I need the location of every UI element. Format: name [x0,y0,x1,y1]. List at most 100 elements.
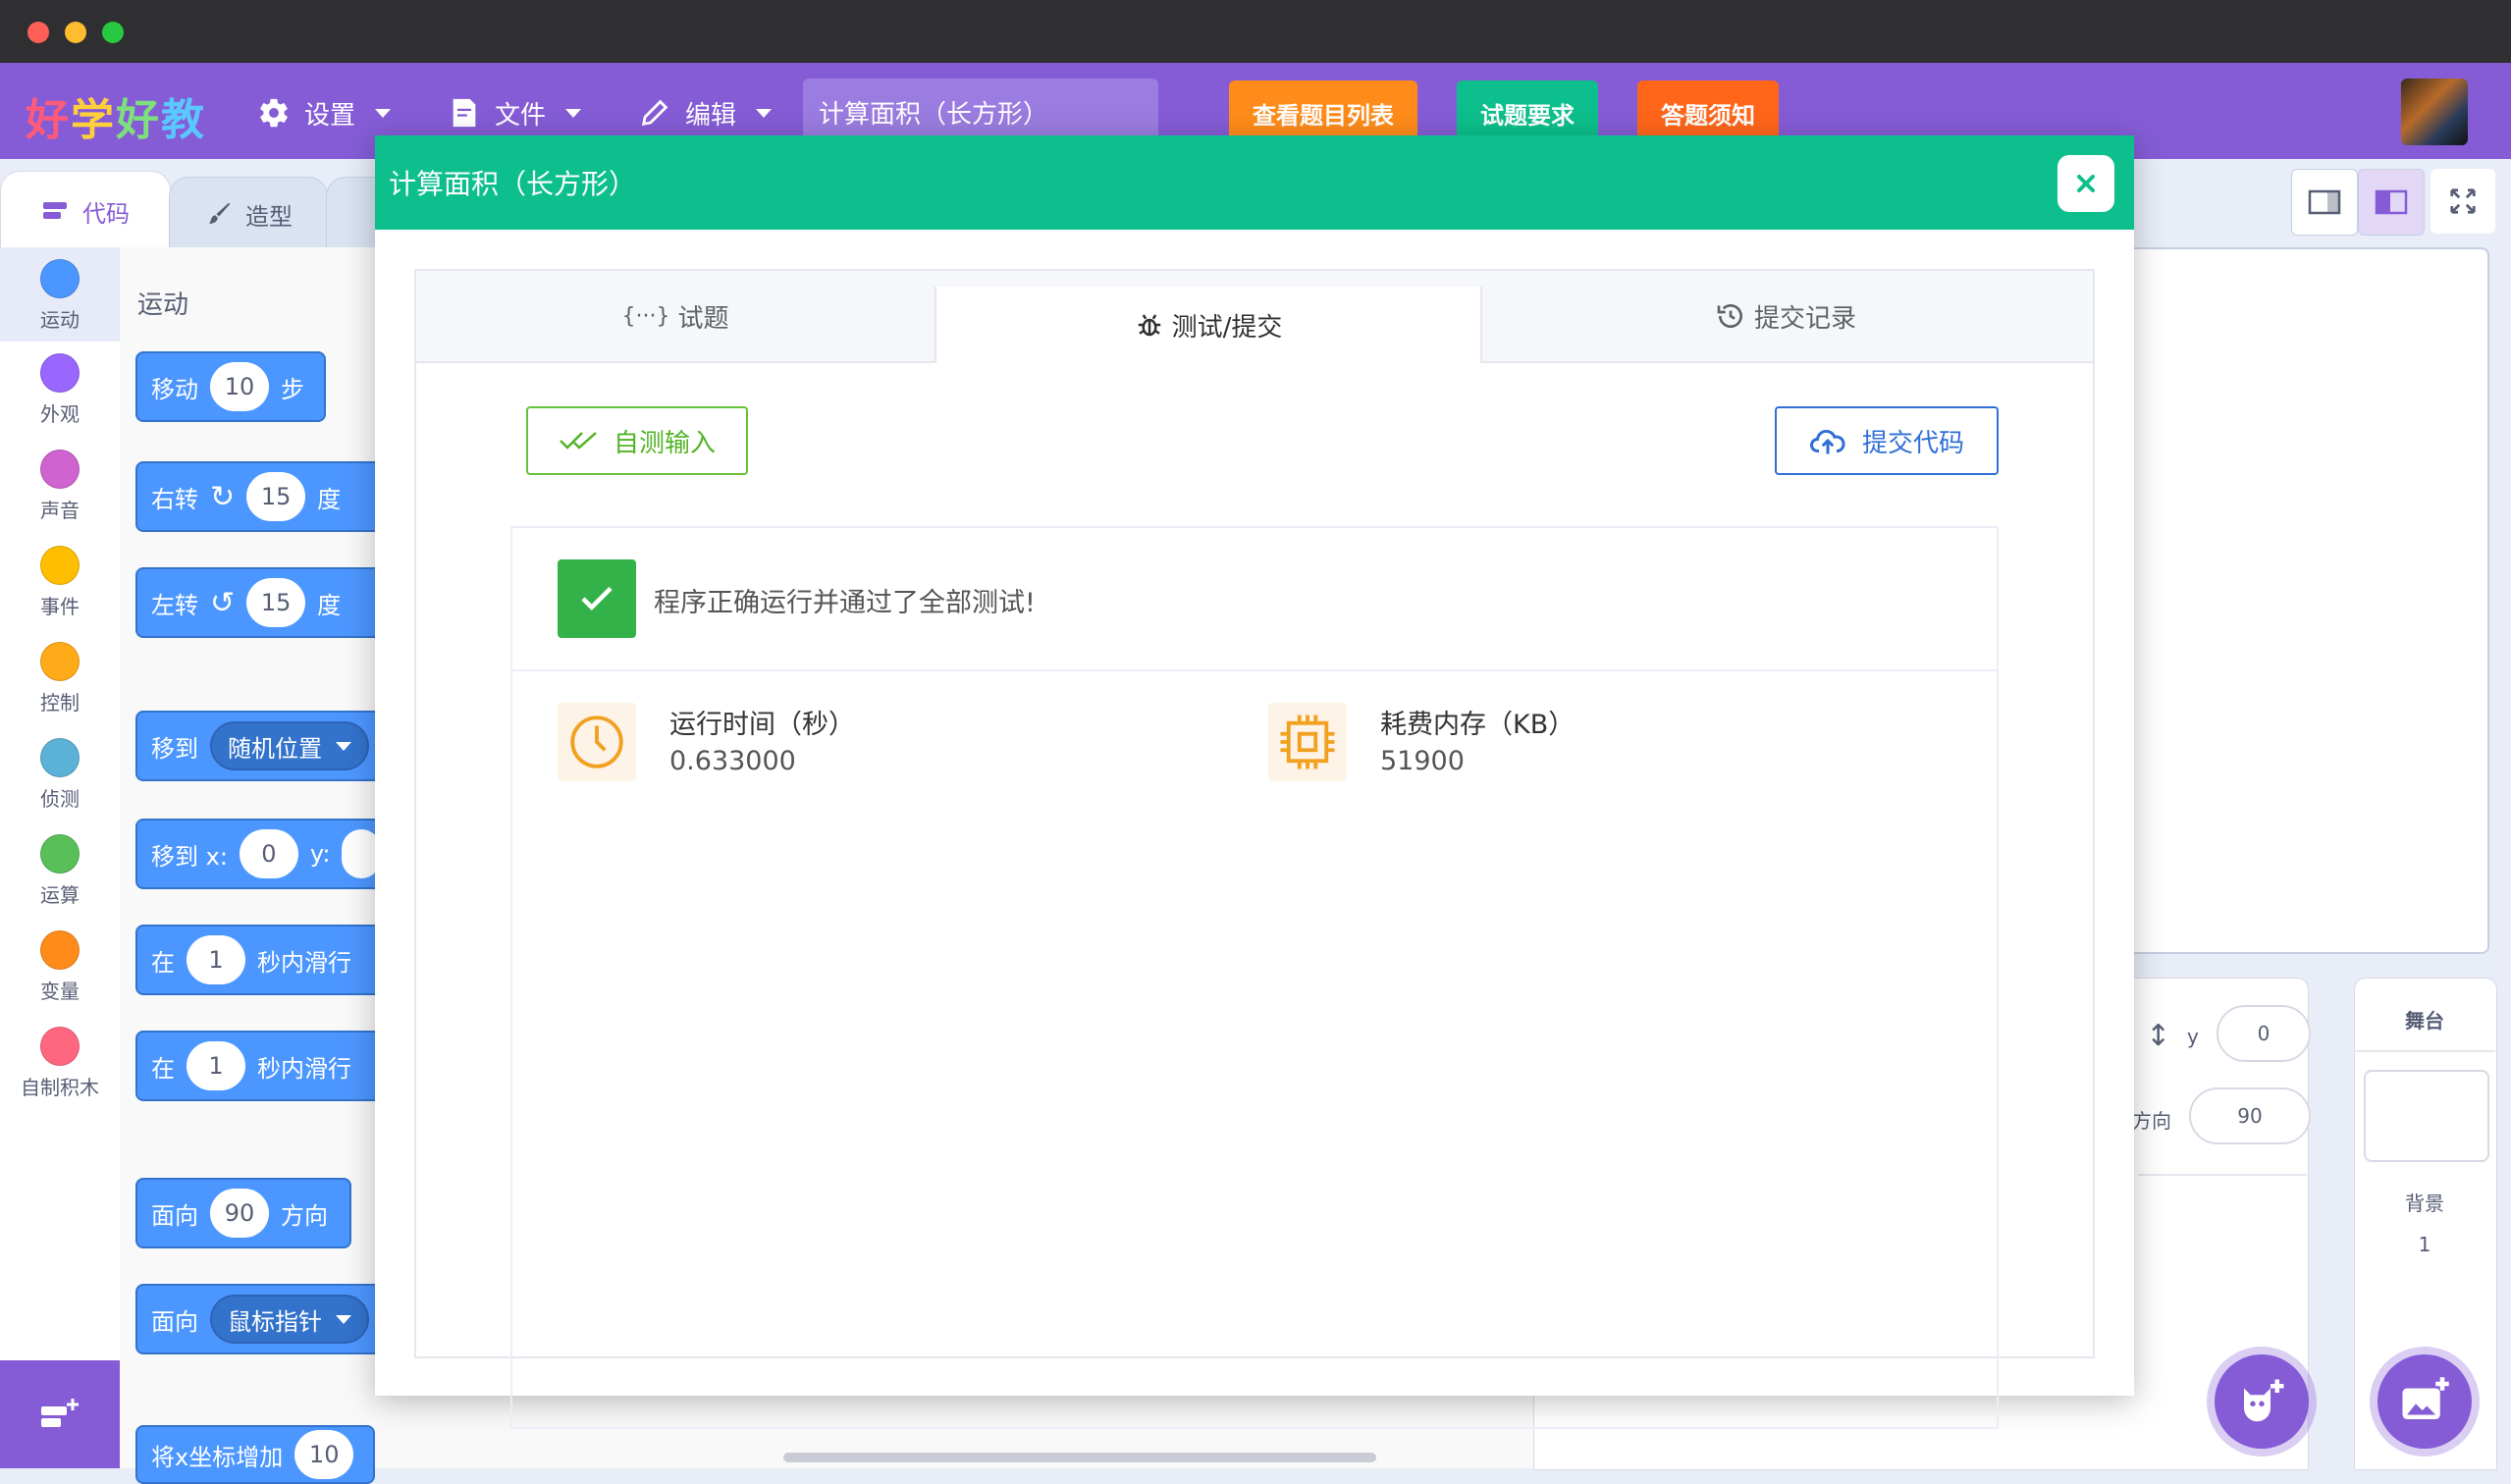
palette-section-title: 运动 [137,291,189,320]
block-text: 右转 [151,485,198,513]
tab-problem[interactable]: {···} 试题 [416,271,935,361]
turn-left-block[interactable]: 左转 ↺ 15 度 [135,567,391,638]
dropdown-value: 鼠标指针 [228,1307,322,1336]
history-icon [1717,304,1742,328]
settings-menu[interactable]: 设置 [257,88,392,137]
app-logo[interactable]: 好学好教 [26,84,206,147]
chevron-down-icon [336,1314,351,1324]
braces-icon: {···} [621,303,670,329]
block-text: 步 [281,375,304,403]
fullscreen-icon [2450,188,2476,214]
block-text: 将x坐标增加 [151,1443,284,1471]
brush-icon [209,202,231,224]
point-target-dropdown[interactable]: 鼠标指针 [210,1295,369,1344]
move-steps-block[interactable]: 移动 10 步 [135,351,326,422]
tab-costume[interactable]: 造型 [169,177,328,250]
user-avatar[interactable] [2401,79,2468,145]
submit-code-button[interactable]: 提交代码 [1775,406,1999,475]
runtime-value: 0.633000 [669,746,796,776]
maximize-window-button[interactable] [102,22,124,43]
point-direction-block[interactable]: 面向 90 方向 [135,1178,351,1248]
modal-close-button[interactable] [2057,155,2114,212]
chevron-down-icon [375,108,392,118]
sound-dot-icon [40,450,80,489]
operators-dot-icon [40,834,80,874]
tab-costume-label: 造型 [245,202,293,231]
category-motion[interactable]: 运动 [0,247,120,342]
choose-backdrop-button[interactable] [2377,1354,2472,1449]
glide-random-block[interactable]: 在 1 秒内滑行 [135,925,395,995]
point-towards-block[interactable]: 面向 鼠标指针 [135,1284,395,1354]
goto-xy-block[interactable]: 移到 x: 0 y: [135,819,395,889]
fullscreen-button[interactable] [2431,169,2495,234]
category-label: 变量 [40,980,80,1003]
x-input[interactable]: 0 [239,829,298,878]
result-message: 程序正确运行并通过了全部测试! [654,588,1036,618]
backdrop-label: 背景 [2405,1192,2444,1215]
large-stage-icon [2375,189,2408,215]
self-test-input-button[interactable]: 自测输入 [526,406,748,475]
tab-label: 测试/提交 [1171,312,1283,343]
turn-right-block[interactable]: 右转 ↻ 15 度 [135,461,391,532]
category-label: 控制 [40,691,80,715]
file-menu[interactable]: 文件 [448,88,582,137]
tab-test-submit[interactable]: 测试/提交 [935,287,1482,363]
goto-target-dropdown[interactable]: 随机位置 [210,721,369,770]
test-result-card: 程序正确运行并通过了全部测试! 运行时间（秒） 0.633000 耗费内存（KB… [510,526,1999,1429]
category-label: 自制积木 [21,1076,99,1099]
tab-label: 试题 [677,303,729,334]
large-stage-button[interactable] [2358,169,2425,236]
dropdown-value: 随机位置 [228,734,322,763]
gear-icon [260,98,288,128]
sprite-y-input[interactable]: 0 [2217,1005,2311,1062]
add-extension-button[interactable] [0,1360,120,1468]
category-menu: 运动 外观 声音 事件 控制 侦测 运算 变量 自制积木 [0,247,121,1468]
minimize-window-button[interactable] [65,22,86,43]
glide-xy-block[interactable]: 在 1 秒内滑行 [135,1031,395,1101]
block-text: 左转 [151,591,198,619]
steps-input[interactable]: 10 [210,362,269,411]
block-text: 在 [151,1054,175,1083]
category-control[interactable]: 控制 [0,642,120,716]
block-text: 面向 [151,1307,198,1336]
backdrop-thumbnail[interactable] [2364,1070,2489,1162]
motion-dot-icon [40,259,80,298]
category-events[interactable]: 事件 [0,546,120,619]
block-text: 方向 [281,1201,328,1230]
goto-block[interactable]: 移到 随机位置 [135,711,395,781]
problem-modal: 计算面积（长方形） {···} 试题 测试/提交 提交记录 自测输入 提交代码 [375,135,2134,1429]
seconds-input[interactable]: 1 [187,1041,245,1090]
degrees-input[interactable]: 15 [246,472,306,521]
small-stage-button[interactable] [2291,169,2358,236]
change-x-input[interactable]: 10 [294,1430,354,1479]
file-menu-label: 文件 [495,100,547,131]
success-check-icon [558,559,636,638]
memory-value: 51900 [1380,746,1465,776]
direction-input[interactable]: 90 [210,1189,269,1238]
category-sound[interactable]: 声音 [0,450,120,523]
change-x-block[interactable]: 将x坐标增加 10 [135,1425,375,1484]
block-text: 面向 [151,1201,198,1230]
category-my-blocks[interactable]: 自制积木 [0,1027,120,1100]
category-variables[interactable]: 变量 [0,930,120,1004]
code-blocks-icon [43,202,67,219]
tab-submission-history[interactable]: 提交记录 [1478,271,2093,361]
workspace-scrollbar[interactable] [783,1453,1376,1462]
sprite-direction-input[interactable]: 90 [2189,1087,2311,1144]
category-label: 声音 [40,499,80,522]
close-window-button[interactable] [27,22,49,43]
category-label: 外观 [40,402,80,426]
category-sensing[interactable]: 侦测 [0,738,120,812]
block-text: 移到 [151,734,198,763]
vertical-arrows-icon: ↕ [2146,1019,2171,1053]
chevron-down-icon [336,741,351,751]
seconds-input[interactable]: 1 [187,935,245,984]
category-operators[interactable]: 运算 [0,834,120,908]
choose-sprite-button[interactable] [2215,1354,2309,1449]
cloud-upload-icon [1810,429,1845,454]
edit-menu[interactable]: 编辑 [638,88,773,137]
degrees-input[interactable]: 15 [246,578,306,627]
tab-code[interactable]: 代码 [0,171,171,250]
divider [2138,1174,2307,1176]
category-looks[interactable]: 外观 [0,353,120,427]
